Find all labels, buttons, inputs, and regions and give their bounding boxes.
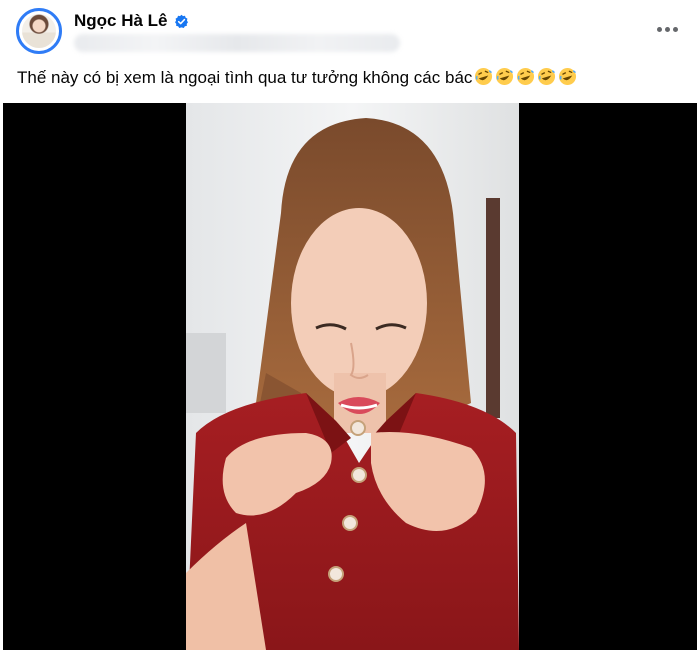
more-dot xyxy=(664,26,670,32)
post-meta-blurred xyxy=(74,34,400,52)
rolling-on-floor-laughing-icon xyxy=(538,67,556,86)
post-video[interactable] xyxy=(3,103,697,650)
verified-badge-icon xyxy=(174,14,188,28)
rolling-on-floor-laughing-icon xyxy=(475,67,493,86)
rolling-on-floor-laughing-icon xyxy=(517,67,535,86)
more-dot xyxy=(656,26,662,32)
rolling-on-floor-laughing-icon xyxy=(496,67,514,86)
caption-emojis xyxy=(472,67,577,87)
video-frame xyxy=(186,103,519,650)
post-header: Ngọc Hà Lê xyxy=(0,0,700,62)
post-caption: Thế này có bị xem là ngoại tình qua tư t… xyxy=(17,66,687,90)
author-row: Ngọc Hà Lê xyxy=(74,11,189,31)
rolling-on-floor-laughing-icon xyxy=(559,67,577,86)
more-dot xyxy=(672,26,678,32)
caption-text: Thế này có bị xem là ngoại tình qua tư t… xyxy=(17,68,473,87)
author-name[interactable]: Ngọc Hà Lê xyxy=(74,11,168,31)
more-options-icon[interactable] xyxy=(650,18,684,40)
video-still-image xyxy=(186,103,519,650)
avatar-image xyxy=(22,14,56,48)
author-avatar[interactable] xyxy=(16,8,62,54)
